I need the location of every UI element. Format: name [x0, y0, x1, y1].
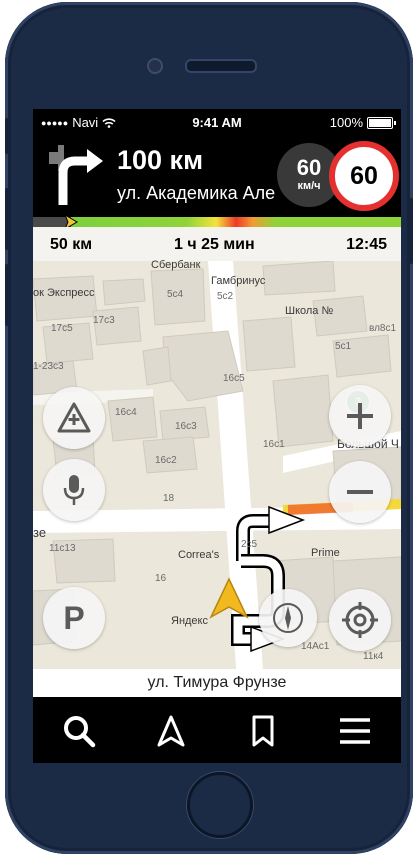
speed-limit-sign: 60 — [329, 141, 399, 211]
hazard-icon — [57, 402, 91, 433]
map-label: 17с5 — [51, 323, 73, 334]
bookmarks-button[interactable] — [241, 709, 285, 753]
map-label: 16с5 — [223, 373, 245, 384]
map-label: ок Экспресс — [33, 287, 95, 299]
current-street: ул. Тимура Фрунзе — [33, 669, 401, 697]
search-button[interactable] — [57, 709, 101, 753]
map-label: 5с1 — [335, 341, 352, 352]
locate-me-button[interactable] — [329, 589, 391, 651]
power-button — [407, 198, 413, 264]
volume-down-button — [5, 264, 11, 326]
maneuver-street: ул. Академика Але — [117, 183, 276, 203]
locate-icon — [342, 602, 378, 638]
map-label: зе — [33, 525, 47, 540]
front-camera — [147, 58, 163, 74]
zoom-in-icon — [347, 403, 373, 429]
arrival-time: 12:45 — [346, 236, 387, 253]
battery-icon — [367, 116, 396, 129]
map-label: Школа № — [285, 305, 334, 317]
maneuver-panel[interactable]: 100 км ул. Академика Але 60 км/ч 60 — [33, 135, 401, 217]
home-button[interactable] — [187, 772, 253, 838]
map-label: 14Ас1 — [301, 641, 330, 652]
report-hazard-button[interactable] — [43, 387, 105, 449]
volume-up-button — [5, 188, 11, 250]
map-label: 5с4 — [167, 289, 184, 300]
parking-icon: P — [63, 599, 85, 636]
status-bar: ●●●●● Navi 9:41 AM 100% — [33, 109, 401, 135]
route-button[interactable] — [149, 709, 193, 753]
map-label: Гамбринус — [211, 275, 266, 287]
parking-button[interactable]: P — [43, 587, 105, 649]
route-traffic-bar — [33, 217, 401, 227]
map-label: Яндекс — [171, 615, 208, 627]
map-label: 11к4 — [363, 651, 384, 662]
map-label: 18 — [163, 493, 175, 504]
remaining-distance: 50 км — [50, 236, 93, 253]
zoom-out-button[interactable] — [329, 461, 391, 523]
menu-button[interactable] — [333, 709, 377, 753]
trip-info-bar[interactable]: 50 км 1 ч 25 мин 12:45 — [33, 227, 401, 261]
turn-right-icon — [49, 145, 103, 205]
map-label: 16с1 — [263, 439, 285, 450]
map-label: 16с4 — [115, 407, 137, 418]
battery-percent: 100% — [329, 115, 363, 130]
map-label: 2с5 — [241, 539, 258, 550]
voice-search-button[interactable] — [43, 459, 105, 521]
map-label: 17с3 — [93, 315, 115, 326]
microphone-icon — [63, 475, 85, 505]
mute-switch — [5, 118, 11, 154]
navigation-arrow-icon — [157, 715, 185, 747]
map-label: 16с2 — [155, 455, 177, 466]
map-label: 1-23с3 — [33, 361, 64, 372]
map-label: 11с13 — [49, 543, 76, 554]
map-label: 5с2 — [217, 291, 234, 302]
menu-icon — [340, 718, 370, 744]
traffic-segment — [71, 217, 401, 227]
app-screen: ●●●●● Navi 9:41 AM 100% 100 км ул. Акаде… — [33, 109, 401, 763]
zoom-out-icon — [347, 490, 373, 494]
map-label: 16с3 — [175, 421, 197, 432]
bookmark-icon — [252, 715, 274, 747]
search-icon — [64, 716, 96, 748]
remaining-time: 1 ч 25 мин — [174, 236, 255, 253]
compass-button[interactable] — [259, 589, 317, 647]
map-label: Сбербанк — [151, 259, 201, 271]
bottom-toolbar — [33, 697, 401, 763]
map-label: Prime — [311, 547, 340, 559]
map-label: 16 — [155, 573, 167, 584]
map-label: Correa's — [178, 549, 220, 561]
map-label: вл8с1 — [369, 323, 397, 334]
speaker-grille — [185, 59, 257, 73]
zoom-in-button[interactable] — [329, 385, 391, 447]
compass-icon — [273, 603, 303, 633]
maneuver-distance: 100 км — [117, 145, 204, 175]
